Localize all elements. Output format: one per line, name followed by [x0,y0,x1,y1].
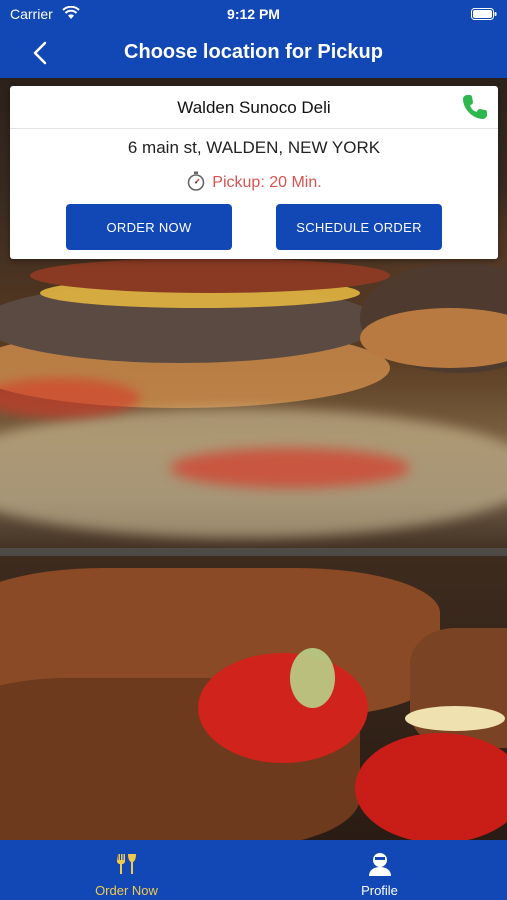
store-address: 6 main st, WALDEN, NEW YORK [127,138,381,157]
store-name: Walden Sunoco Deli [177,98,331,117]
status-time: 9:12 PM [227,6,280,22]
blurred-tomato-shape [170,448,410,488]
bacon-shape [30,258,390,293]
status-bar: Carrier 9:12 PM [0,0,507,28]
tab-profile-label: Profile [361,883,398,898]
utensils-icon [117,854,136,874]
tab-order-now[interactable]: Order Now [0,840,253,900]
phone-icon[interactable] [460,92,490,122]
battery-icon [471,8,497,20]
pickup-time-text: Pickup: 20 Min. [212,174,322,191]
schedule-order-button[interactable]: SCHEDULE ORDER [276,204,442,250]
tab-bar: Order Now Profile [0,840,507,900]
pickup-time: Pickup: 20 Min. [10,171,498,192]
nav-bar: Choose location for Pickup [0,28,507,78]
tab-order-now-label: Order Now [95,883,158,898]
user-icon [369,853,391,876]
order-now-button[interactable]: ORDER NOW [66,204,232,250]
grill-rack-shape [0,548,507,556]
card-header: Walden Sunoco Deli [10,86,498,129]
tomato-shape [198,653,368,763]
butter-topping-shape [405,706,505,731]
page-title: Choose location for Pickup [124,41,383,63]
tab-profile[interactable]: Profile [253,840,506,900]
blurred-red-shape [0,378,140,418]
stopwatch-icon [187,171,205,191]
herb-topping-shape [290,648,335,708]
location-card: Walden Sunoco Deli 6 main st, WALDEN, NE… [10,86,498,259]
tomato-2-shape [355,733,507,840]
